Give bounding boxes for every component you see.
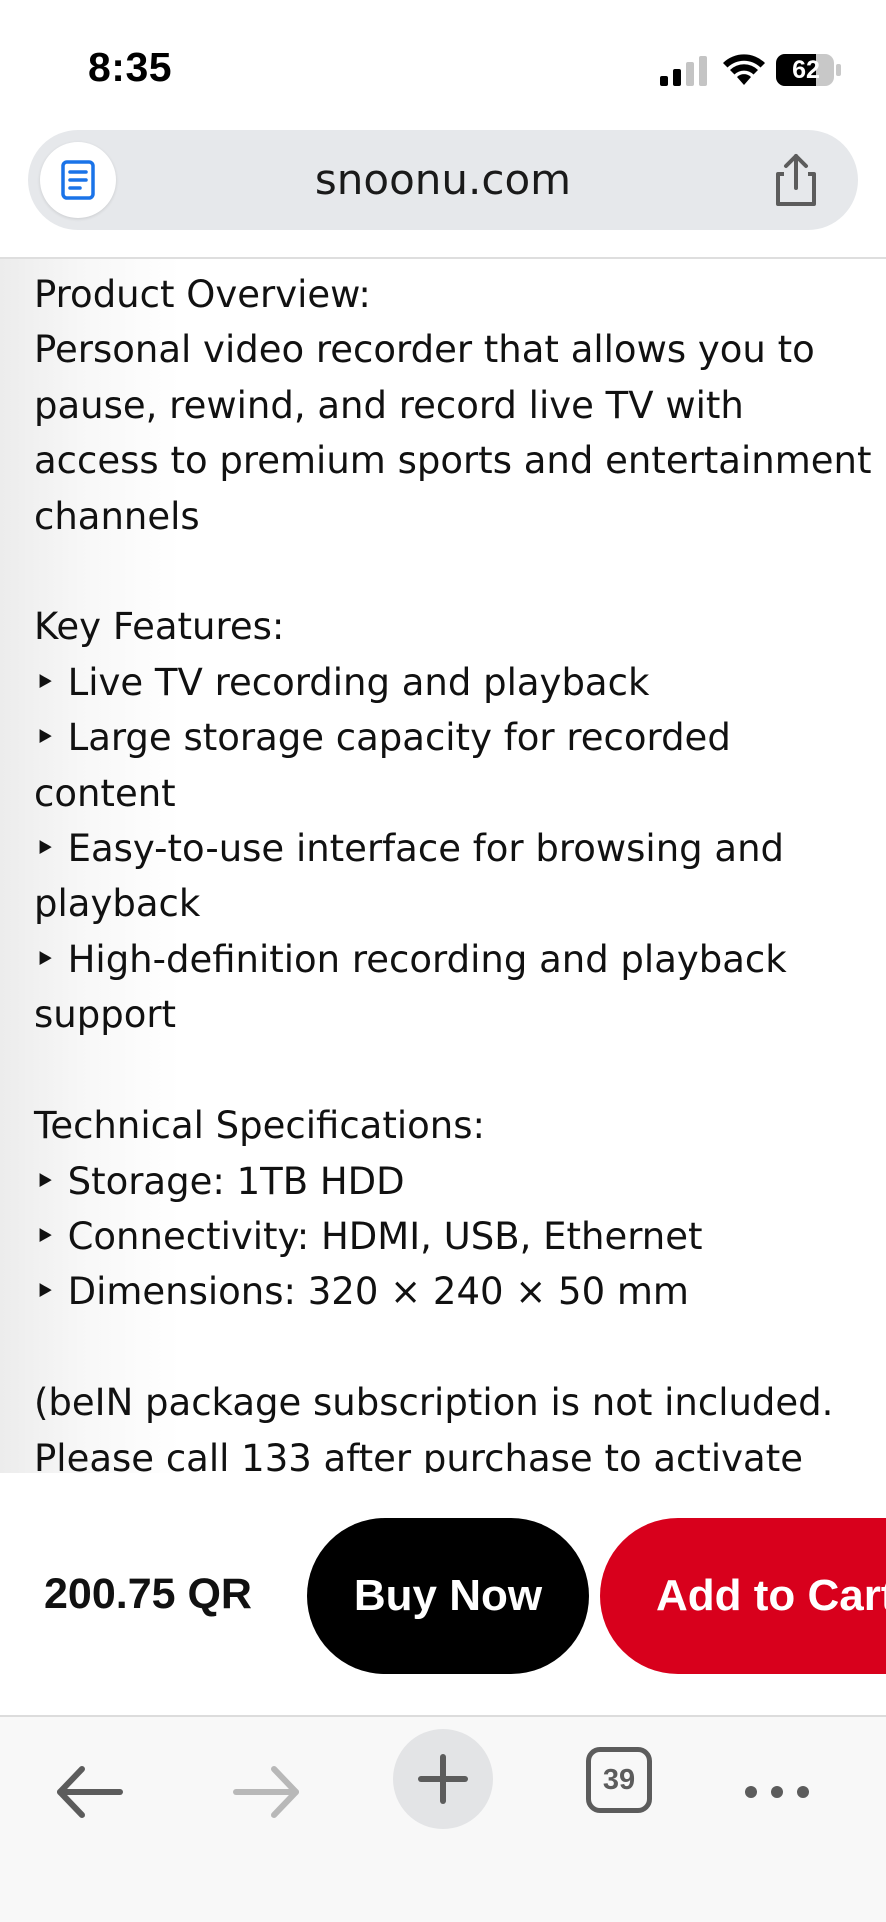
tabs-icon[interactable]: 39 [586,1747,652,1813]
add-to-cart-button[interactable]: Add to Cart [600,1518,886,1674]
buy-now-button[interactable]: Buy Now [307,1518,589,1674]
signal-icon [660,56,707,86]
plus-icon [418,1754,468,1804]
status-time: 8:35 [88,44,173,90]
product-description-area[interactable]: Product Overview: Personal video recorde… [0,259,886,1473]
more-dots-icon[interactable] [742,1757,812,1827]
battery-level: 62 [792,56,820,84]
reader-mode-icon [61,160,95,200]
back-arrow-icon[interactable] [50,1757,130,1827]
share-icon[interactable] [766,150,826,210]
product-description: Product Overview: Personal video recorde… [34,273,872,1473]
url-text[interactable]: snoonu.com [148,130,738,230]
browser-toolbar: 39 [0,1715,886,1922]
purchase-bar: 200.75 QR Buy Now Add to Cart [0,1473,886,1715]
address-bar[interactable]: snoonu.com [28,130,858,230]
forward-arrow-icon[interactable] [226,1757,306,1827]
status-bar: 8:35 62 [0,0,886,120]
price-label: 200.75 QR [44,1570,252,1618]
wifi-icon [723,54,765,85]
reader-mode-button[interactable] [40,142,116,218]
new-tab-button[interactable] [393,1729,493,1829]
